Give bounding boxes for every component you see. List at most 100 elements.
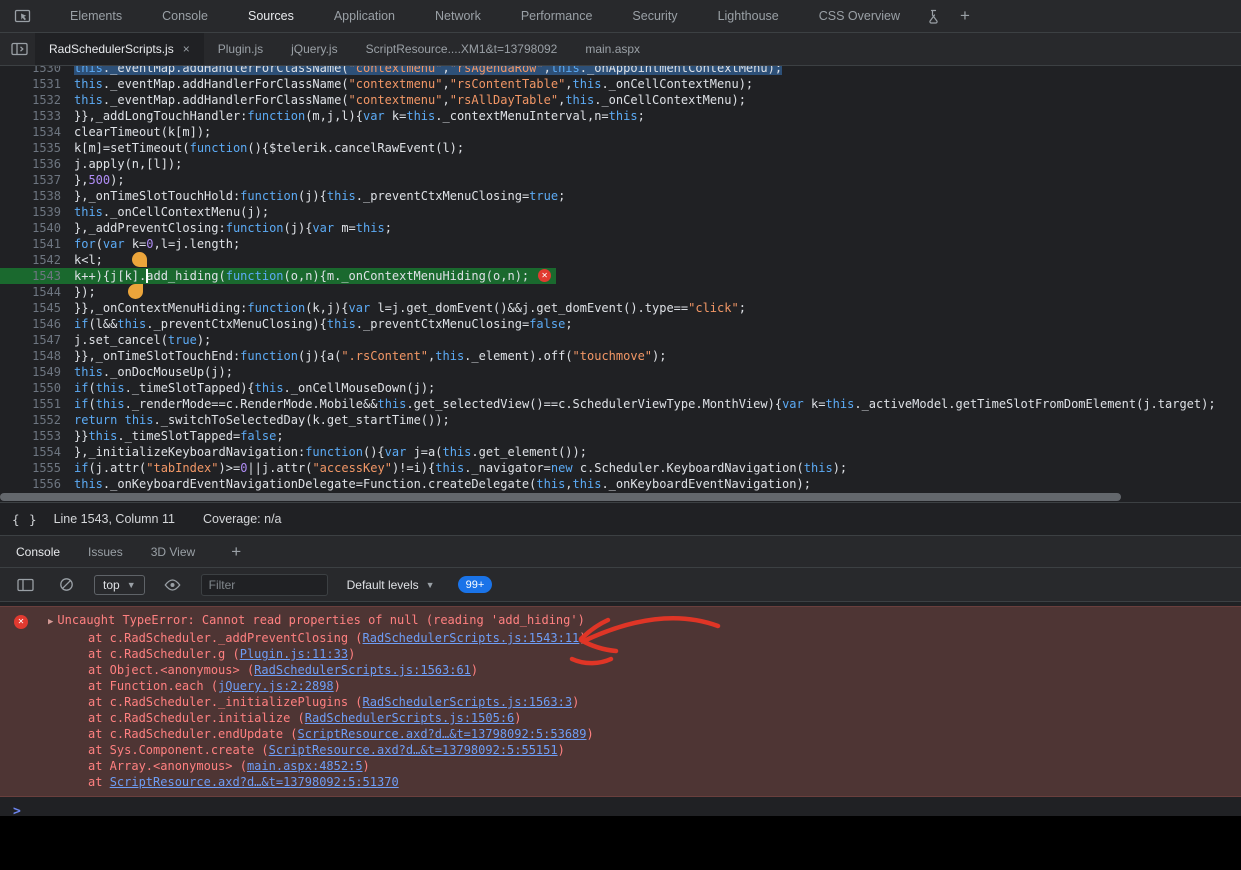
stack-frame-text: at c.RadScheduler._addPreventClosing ( — [88, 631, 363, 645]
file-tab-scriptresource-xm1-t-13798092[interactable]: ScriptResource....XM1&t=13798092 — [352, 33, 572, 65]
code-line-1555: 1555if(j.attr("tabIndex")>=0||j.attr("ac… — [0, 460, 1241, 476]
line-number[interactable]: 1553 — [0, 428, 70, 444]
line-number[interactable]: 1542 — [0, 252, 70, 268]
line-number[interactable]: 1548 — [0, 348, 70, 364]
stack-frame-text: ) — [572, 695, 579, 709]
line-number[interactable]: 1544 — [0, 284, 70, 300]
code-line-1533: 1533}},_addLongTouchHandler:function(m,j… — [0, 108, 1241, 124]
stack-source-link[interactable]: ScriptResource.axd?d…&t=13798092:5:53689 — [298, 727, 587, 741]
clear-console-icon[interactable] — [53, 572, 79, 598]
chevron-down-icon: ▼ — [127, 580, 136, 590]
line-number[interactable]: 1550 — [0, 380, 70, 396]
line-number[interactable]: 1533 — [0, 108, 70, 124]
drawer-tab-issues[interactable]: Issues — [88, 536, 123, 567]
line-number[interactable]: 1531 — [0, 76, 70, 92]
stack-frame-text: ) — [471, 663, 478, 677]
error-icon[interactable]: ✕ — [538, 269, 551, 282]
console-prompt[interactable]: > — [0, 797, 1241, 820]
main-tab-css-overview[interactable]: CSS Overview — [799, 0, 920, 32]
drawer-tab-3d-view[interactable]: 3D View — [151, 536, 195, 567]
console-sidebar-toggle-icon[interactable] — [12, 572, 38, 598]
code-text: this._eventMap.addHandlerForClassName("c… — [74, 66, 782, 76]
stack-source-link[interactable]: RadSchedulerScripts.js:1563:61 — [254, 663, 471, 677]
experiment-flask-icon[interactable] — [920, 3, 946, 29]
line-number[interactable]: 1551 — [0, 396, 70, 412]
line-number[interactable]: 1530 — [0, 66, 70, 76]
stack-source-link[interactable]: ScriptResource.axd?d…&t=13798092:5:51370 — [110, 775, 399, 789]
more-tabs-button[interactable]: + — [946, 6, 984, 26]
line-number[interactable]: 1536 — [0, 156, 70, 172]
stack-source-link[interactable]: RadSchedulerScripts.js:1505:6 — [305, 711, 515, 725]
stack-frame: at ScriptResource.axd?d…&t=13798092:5:51… — [0, 774, 1241, 790]
file-tab-main-aspx[interactable]: main.aspx — [571, 33, 654, 65]
stack-source-link[interactable]: jQuery.js:2:2898 — [218, 679, 334, 693]
line-number[interactable]: 1535 — [0, 140, 70, 156]
stack-frame: at Sys.Component.create (ScriptResource.… — [0, 742, 1241, 758]
line-number[interactable]: 1537 — [0, 172, 70, 188]
main-tab-elements[interactable]: Elements — [50, 0, 142, 32]
code-line-1554: 1554},_initializeKeyboardNavigation:func… — [0, 444, 1241, 460]
main-tab-lighthouse[interactable]: Lighthouse — [698, 0, 799, 32]
main-tab-application[interactable]: Application — [314, 0, 415, 32]
line-number[interactable]: 1547 — [0, 332, 70, 348]
code-line-1547: 1547j.set_cancel(true); — [0, 332, 1241, 348]
main-tab-network[interactable]: Network — [415, 0, 501, 32]
selection-handle-icon[interactable] — [128, 284, 143, 299]
line-number[interactable]: 1539 — [0, 204, 70, 220]
file-tab-plugin-js[interactable]: Plugin.js — [204, 33, 277, 65]
line-number[interactable]: 1543 — [0, 268, 70, 284]
drawer-tabbar: Console Issues 3D View + — [0, 536, 1241, 568]
javascript-context-selector[interactable]: top ▼ — [94, 575, 145, 595]
stack-frame-text: at Sys.Component.create ( — [88, 743, 269, 757]
line-number[interactable]: 1552 — [0, 412, 70, 428]
main-tab-sources[interactable]: Sources — [228, 0, 314, 32]
expand-triangle-icon[interactable]: ▶ — [48, 617, 53, 627]
file-tab-radschedulerscripts-js[interactable]: RadSchedulerScripts.js× — [35, 33, 204, 65]
line-number[interactable]: 1554 — [0, 444, 70, 460]
stack-source-link[interactable]: Plugin.js:11:33 — [240, 647, 348, 661]
code-text: },_onTimeSlotTouchHold:function(j){this.… — [74, 188, 565, 204]
live-expression-eye-icon[interactable] — [160, 572, 186, 598]
add-drawer-tab-button[interactable]: + — [231, 542, 241, 562]
line-number[interactable]: 1545 — [0, 300, 70, 316]
stack-source-link[interactable]: main.aspx:4852:5 — [247, 759, 363, 773]
console-prompt-chevron: > — [13, 804, 21, 819]
chevron-down-icon: ▼ — [426, 580, 435, 590]
stack-frame-text: at c.RadScheduler.endUpdate ( — [88, 727, 298, 741]
pretty-print-button[interactable]: { } — [12, 512, 38, 527]
console-filter-input[interactable] — [201, 574, 328, 596]
stack-frame-text: ) — [558, 743, 565, 757]
line-number[interactable]: 1532 — [0, 92, 70, 108]
stack-source-link[interactable]: ScriptResource.axd?d…&t=13798092:5:55151 — [269, 743, 558, 757]
line-number[interactable]: 1534 — [0, 124, 70, 140]
line-number[interactable]: 1540 — [0, 220, 70, 236]
log-levels-dropdown[interactable]: Default levels ▼ — [347, 578, 435, 592]
drawer-tab-console[interactable]: Console — [16, 536, 60, 567]
stack-source-link[interactable]: RadSchedulerScripts.js:1563:3 — [363, 695, 573, 709]
file-tab-jquery-js[interactable]: jQuery.js — [277, 33, 351, 65]
code-text: this._onDocMouseUp(j); — [74, 364, 233, 380]
inspect-icon[interactable] — [10, 3, 36, 29]
code-line-1551: 1551if(this._renderMode==c.RenderMode.Mo… — [0, 396, 1241, 412]
stack-source-link[interactable]: RadSchedulerScripts.js:1543:11 — [363, 631, 580, 645]
main-tab-performance[interactable]: Performance — [501, 0, 613, 32]
code-line-1545: 1545}},_onContextMenuHiding:function(k,j… — [0, 300, 1241, 316]
navigator-toggle-icon[interactable] — [6, 36, 32, 62]
line-number[interactable]: 1546 — [0, 316, 70, 332]
main-tab-security[interactable]: Security — [612, 0, 697, 32]
line-number[interactable]: 1556 — [0, 476, 70, 492]
horizontal-scrollbar[interactable] — [0, 492, 1241, 502]
code-text: k<l; — [74, 252, 103, 268]
line-number[interactable]: 1541 — [0, 236, 70, 252]
issues-count-badge[interactable]: 99+ — [458, 576, 493, 593]
scrollbar-thumb[interactable] — [0, 493, 1121, 501]
close-tab-icon[interactable]: × — [183, 42, 190, 56]
code-line-partial: 1530 this._eventMap.addHandlerForClassNa… — [0, 66, 1241, 76]
line-number[interactable]: 1555 — [0, 460, 70, 476]
line-number[interactable]: 1538 — [0, 188, 70, 204]
code-text: }); — [74, 284, 96, 300]
selection-handle-icon[interactable] — [132, 252, 147, 267]
stack-frame-text: at c.RadScheduler.g ( — [88, 647, 240, 661]
line-number[interactable]: 1549 — [0, 364, 70, 380]
main-tab-console[interactable]: Console — [142, 0, 228, 32]
